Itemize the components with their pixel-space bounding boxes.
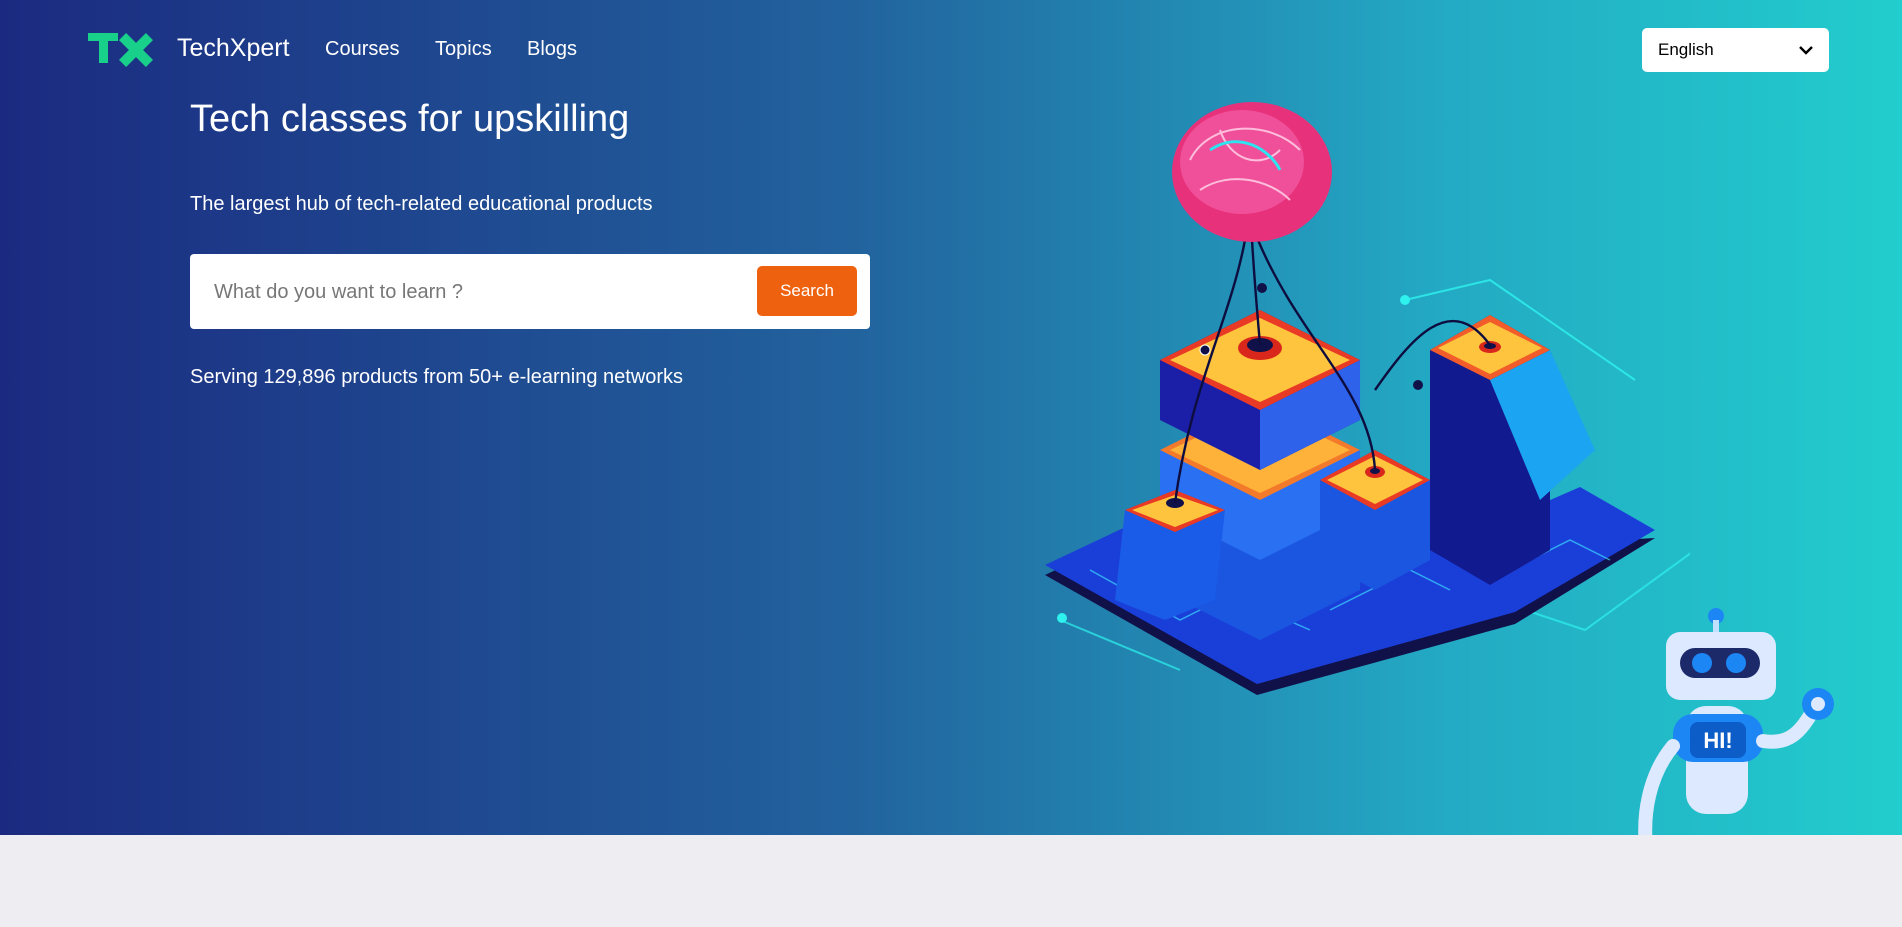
hero-title: Tech classes for upskilling <box>190 98 630 140</box>
stats-text: Serving 129,896 products from 50+ e-lear… <box>190 366 684 388</box>
nav-topics-link[interactable]: Topics <box>435 38 492 61</box>
search-bar: Search <box>190 254 870 329</box>
hero-subtitle: The largest hub of tech-related educatio… <box>190 193 653 215</box>
hero-section: TechXpert Courses Topics Blogs English T… <box>0 0 1902 835</box>
robot-badge-text: HI! <box>1703 728 1732 753</box>
chevron-down-icon <box>1799 46 1813 55</box>
page-footer-band <box>0 835 1902 927</box>
isometric-brain-city-illustration <box>1045 102 1690 695</box>
techxpert-logo-icon[interactable] <box>88 33 154 67</box>
robot-mascot-icon: HI! <box>1638 608 1834 835</box>
brand-name[interactable]: TechXpert <box>177 34 290 63</box>
language-selected-value: English <box>1658 40 1714 59</box>
search-input[interactable] <box>212 268 716 316</box>
nav-blogs-link[interactable]: Blogs <box>527 38 577 61</box>
search-button[interactable]: Search <box>757 266 857 316</box>
nav-courses-link[interactable]: Courses <box>325 38 399 61</box>
language-select[interactable]: English <box>1642 28 1829 72</box>
